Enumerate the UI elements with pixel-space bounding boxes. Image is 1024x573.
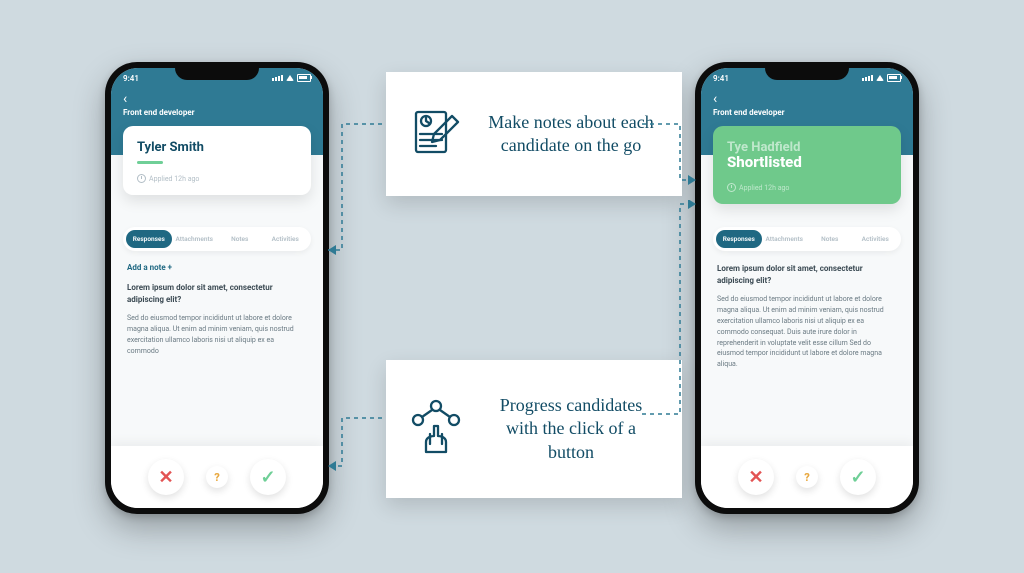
action-bar: ✕ ? ✓: [111, 446, 323, 508]
question-icon: ?: [214, 471, 220, 484]
action-bar: ✕ ? ✓: [701, 446, 913, 508]
candidate-name: Tyler Smith: [137, 140, 297, 155]
phone-mock-left: 9:41 ‹ Front end developer Tyler Smith A…: [105, 62, 329, 514]
status-icons: [272, 74, 311, 82]
accept-button[interactable]: ✓: [840, 459, 876, 495]
tab-bar: Responses Attachments Notes Activities: [123, 227, 311, 251]
callout-notes-text: Make notes about each candidate on the g…: [482, 111, 660, 157]
network-tap-icon: [408, 398, 464, 460]
accent-underline: [137, 161, 163, 164]
candidate-card[interactable]: Tyler Smith Applied 12h ago: [123, 126, 311, 195]
tab-notes[interactable]: Notes: [807, 230, 853, 248]
tab-bar: Responses Attachments Notes Activities: [713, 227, 901, 251]
x-icon: ✕: [158, 467, 173, 488]
reject-button[interactable]: ✕: [148, 459, 184, 495]
status-time: 9:41: [123, 74, 139, 83]
status-time: 9:41: [713, 74, 729, 83]
add-note-button[interactable]: Add a note +: [127, 263, 307, 272]
phone-screen-right: 9:41 ‹ Front end developer Tye Hadfield …: [701, 68, 913, 508]
tab-activities[interactable]: Activities: [263, 230, 309, 248]
check-icon: ✓: [850, 467, 865, 488]
tab-attachments[interactable]: Attachments: [762, 230, 808, 248]
connector-top-left: [324, 120, 386, 260]
applied-meta: Applied 12h ago: [137, 174, 297, 183]
applied-meta: Applied 12h ago: [727, 183, 887, 192]
answer-text: Sed do eiusmod tempor incididunt ut labo…: [717, 294, 897, 370]
tab-attachments[interactable]: Attachments: [172, 230, 218, 248]
signal-icon: [862, 75, 873, 81]
applied-text: Applied 12h ago: [739, 184, 789, 192]
clock-icon: [137, 174, 146, 183]
battery-icon: [887, 74, 901, 82]
question-icon: ?: [804, 471, 810, 484]
wifi-icon: [286, 75, 294, 81]
reject-button[interactable]: ✕: [738, 459, 774, 495]
phone-notch: [765, 62, 849, 80]
tab-activities[interactable]: Activities: [853, 230, 899, 248]
callout-notes: Make notes about each candidate on the g…: [386, 72, 682, 196]
phone-mock-right: 9:41 ‹ Front end developer Tye Hadfield …: [695, 62, 919, 514]
status-icons: [862, 74, 901, 82]
shortlisted-label: Shortlisted: [727, 153, 887, 171]
question-text: Lorem ipsum dolor sit amet, consectetur …: [717, 263, 897, 286]
job-title: Front end developer: [713, 108, 901, 117]
notes-pencil-icon: [408, 106, 464, 162]
phone-notch: [175, 62, 259, 80]
question-text: Lorem ipsum dolor sit amet, consectetur …: [127, 282, 307, 305]
job-title: Front end developer: [123, 108, 311, 117]
back-button[interactable]: ‹: [713, 92, 901, 106]
wifi-icon: [876, 75, 884, 81]
battery-icon: [297, 74, 311, 82]
tab-responses[interactable]: Responses: [126, 230, 172, 248]
signal-icon: [272, 75, 283, 81]
callout-progress-text: Progress candidates with the click of a …: [482, 394, 660, 463]
callout-progress: Progress candidates with the click of a …: [386, 360, 682, 498]
phone-screen-left: 9:41 ‹ Front end developer Tyler Smith A…: [111, 68, 323, 508]
answer-text: Sed do eiusmod tempor incididunt ut labo…: [127, 313, 307, 356]
back-button[interactable]: ‹: [123, 92, 311, 106]
check-icon: ✓: [260, 467, 275, 488]
maybe-button[interactable]: ?: [206, 466, 228, 488]
candidate-card-shortlisted[interactable]: Tye Hadfield Shortlisted Applied 12h ago: [713, 126, 901, 204]
connector-bot-left: [324, 414, 386, 474]
accept-button[interactable]: ✓: [250, 459, 286, 495]
tab-notes[interactable]: Notes: [217, 230, 263, 248]
applied-text: Applied 12h ago: [149, 175, 199, 183]
maybe-button[interactable]: ?: [796, 466, 818, 488]
tab-responses[interactable]: Responses: [716, 230, 762, 248]
x-icon: ✕: [748, 467, 763, 488]
clock-icon: [727, 183, 736, 192]
